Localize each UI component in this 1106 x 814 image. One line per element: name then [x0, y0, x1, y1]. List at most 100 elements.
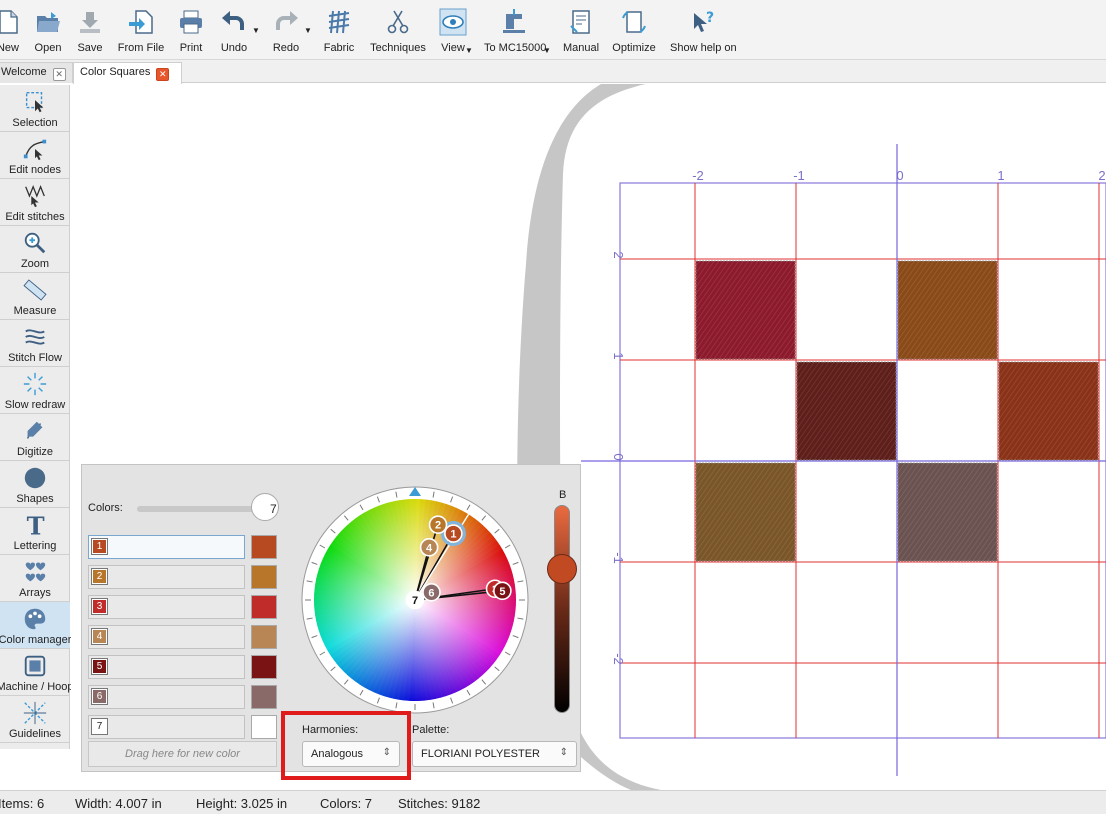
- sidebar-item-label: Zoom: [20, 258, 50, 270]
- edit-nodes-icon: [23, 139, 47, 161]
- ruler-y-label: 0: [611, 453, 626, 460]
- color-name-field[interactable]: [88, 565, 245, 589]
- sidebar-item-shapes[interactable]: Shapes: [0, 461, 70, 508]
- sidebar-item-label: Machine / Hoop: [0, 681, 74, 693]
- fabric-grid-icon: [328, 10, 350, 34]
- color-name-field[interactable]: [88, 715, 245, 739]
- manual-book-icon: [570, 10, 590, 34]
- undo-dropdown-icon[interactable]: ▼: [252, 26, 260, 35]
- sidebar-item-label: Slow redraw: [4, 399, 66, 411]
- color-list-item[interactable]: 7: [88, 715, 278, 739]
- sidebar-item-guidelines[interactable]: Guidelines: [0, 696, 70, 743]
- color-name-field[interactable]: [88, 625, 245, 649]
- redo-dropdown-icon[interactable]: ▼: [304, 26, 312, 35]
- redo-arrow-icon: [276, 11, 298, 30]
- printer-icon: [180, 10, 202, 34]
- sidebar-item-selection[interactable]: Selection: [0, 85, 70, 132]
- color-list-item[interactable]: 4: [88, 625, 278, 649]
- sidebar-item-label: Digitize: [16, 446, 54, 458]
- color-list-item[interactable]: 5: [88, 655, 278, 679]
- app-window: New Open Save From File Print Undo ▼ Red…: [0, 0, 1106, 814]
- wheel-marker[interactable]: 2: [428, 515, 448, 534]
- color-number-badge: 1: [91, 538, 108, 555]
- techniques-button[interactable]: Techniques: [370, 4, 426, 56]
- brightness-slider-track[interactable]: [554, 505, 570, 713]
- status-bar: Items: 6 Width: 4.007 in Height: 3.025 i…: [0, 790, 1106, 814]
- harmonies-highlight-box: [281, 711, 411, 780]
- color-list-item[interactable]: 2: [88, 565, 278, 589]
- manual-button[interactable]: Manual: [562, 4, 600, 56]
- colors-label: Colors:: [88, 502, 123, 514]
- ruler-x-label: 0: [896, 168, 903, 183]
- wheel-marker-number: 4: [426, 542, 433, 554]
- to-machine-dropdown-icon[interactable]: ▼: [543, 46, 551, 55]
- sidebar-item-stitch-flow[interactable]: Stitch Flow: [0, 320, 70, 367]
- svg-text:T: T: [27, 512, 45, 538]
- digitize-icon: [26, 421, 43, 439]
- color-wheel[interactable]: 1234567: [300, 485, 530, 715]
- color-number-badge: 7: [91, 718, 108, 735]
- sidebar-item-edit-nodes[interactable]: Edit nodes: [0, 132, 70, 179]
- wheel-marker[interactable]: 6: [422, 583, 441, 602]
- view-dropdown-icon[interactable]: ▼: [465, 46, 473, 55]
- shapes-icon: [24, 467, 46, 489]
- sidebar-item-zoom[interactable]: Zoom: [0, 226, 70, 273]
- slow-redraw-icon: [23, 372, 47, 396]
- optimize-button[interactable]: Optimize: [612, 4, 656, 56]
- color-list-item[interactable]: 6: [88, 685, 278, 709]
- new-button[interactable]: New: [0, 4, 28, 56]
- color-swatch[interactable]: [251, 685, 277, 709]
- sidebar-item-measure[interactable]: Measure: [0, 273, 70, 320]
- view-button[interactable]: View ▼: [438, 4, 473, 56]
- sidebar-item-label: Color manager: [0, 634, 72, 646]
- sidebar-item-machine-hoop[interactable]: Machine / Hoop: [0, 649, 74, 696]
- color-name-field[interactable]: [88, 595, 245, 619]
- color-manager-icon: [24, 608, 46, 630]
- sidebar-item-slow-redraw[interactable]: Slow redraw: [0, 367, 70, 414]
- palette-select[interactable]: FLORIANI POLYESTER ⇕: [412, 741, 577, 767]
- from-file-button[interactable]: From File: [116, 4, 166, 56]
- wheel-marker[interactable]: 7: [405, 590, 425, 610]
- colors-slider-track[interactable]: [137, 506, 257, 512]
- brightness-slider-thumb[interactable]: [547, 554, 577, 585]
- color-swatch[interactable]: [251, 625, 277, 649]
- sidebar-item-digitize[interactable]: Digitize: [0, 414, 70, 461]
- colors-count: 7: [270, 502, 277, 516]
- print-button[interactable]: Print: [174, 4, 208, 56]
- stitch-texture: [797, 362, 896, 460]
- sidebar-item-arrays[interactable]: Arrays: [0, 555, 70, 602]
- save-button[interactable]: Save: [74, 4, 106, 56]
- fabric-button[interactable]: Fabric: [320, 4, 358, 56]
- color-swatch[interactable]: [251, 565, 277, 589]
- wheel-marker[interactable]: 4: [419, 538, 439, 557]
- sidebar-item-edit-stitches[interactable]: Edit stitches: [0, 179, 70, 226]
- open-button[interactable]: Open: [30, 4, 66, 56]
- ruler-x-label: 2: [1098, 168, 1105, 183]
- select-arrows-icon: ⇕: [559, 747, 568, 758]
- sidebar-item-label: Edit nodes: [9, 164, 61, 176]
- new-color-drop-zone[interactable]: Drag here for new color: [88, 741, 277, 767]
- sidebar-item-color-manager[interactable]: Color manager: [0, 602, 71, 649]
- open-folder-icon: [37, 12, 60, 32]
- color-list-item[interactable]: 1: [88, 535, 278, 559]
- color-swatch[interactable]: [251, 715, 277, 739]
- close-icon[interactable]: ✕: [156, 68, 170, 81]
- color-name-field[interactable]: [88, 535, 245, 559]
- undo-button[interactable]: Undo ▼: [214, 4, 260, 56]
- color-name-field[interactable]: [88, 685, 245, 709]
- color-swatch[interactable]: [251, 595, 277, 619]
- guidelines-icon: [23, 701, 47, 725]
- tab-color-squares[interactable]: Color Squares ✕: [73, 62, 182, 84]
- show-help-button[interactable]: ? Show help on: [670, 4, 737, 56]
- redo-button[interactable]: Redo ▼: [268, 4, 312, 56]
- color-list-item[interactable]: 3: [88, 595, 278, 619]
- wheel-marker[interactable]: 5: [493, 581, 512, 601]
- to-machine-button[interactable]: To MC15000 ▼: [484, 4, 551, 56]
- color-swatch[interactable]: [251, 535, 277, 559]
- sidebar-item-lettering[interactable]: T Lettering: [0, 508, 70, 555]
- color-swatch[interactable]: [251, 655, 277, 679]
- close-icon[interactable]: ✕: [52, 68, 66, 81]
- tab-label: Color Squares: [80, 66, 151, 78]
- tab-welcome[interactable]: Welcome ✕: [0, 62, 73, 83]
- color-name-field[interactable]: [88, 655, 245, 679]
